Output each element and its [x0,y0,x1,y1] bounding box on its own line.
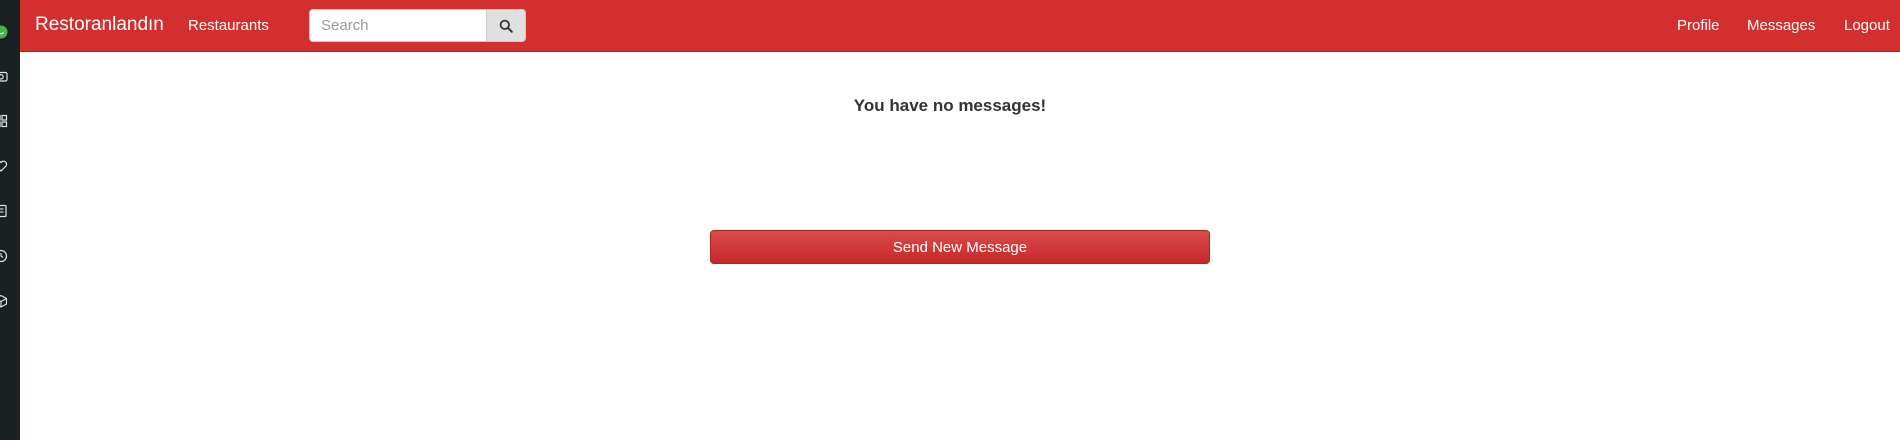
clock-icon[interactable] [0,249,8,263]
search-icon [499,19,513,33]
left-dock [0,0,20,440]
search-form [309,9,526,42]
nav-restaurants[interactable]: Restaurants [188,17,269,34]
search-button[interactable] [486,9,526,42]
search-input[interactable] [309,9,486,42]
camera-icon[interactable] [0,69,8,83]
note-icon[interactable] [0,204,8,218]
heart-icon[interactable] [0,159,8,173]
nav-logout[interactable]: Logout [1844,17,1890,34]
whatsapp-icon[interactable] [0,25,8,39]
grid-icon[interactable] [0,114,8,128]
app-window: Restoranlandın Restaurants Profile Messa… [20,0,1900,440]
brand-link[interactable]: Restoranlandın [35,14,164,36]
nav-profile[interactable]: Profile [1677,17,1720,34]
nav-messages[interactable]: Messages [1747,17,1815,34]
empty-messages-text: You have no messages! [853,96,1047,115]
cube-icon[interactable] [0,294,8,308]
send-new-message-button[interactable]: Send New Message [710,230,1210,264]
top-navbar: Restoranlandın Restaurants Profile Messa… [20,0,1900,52]
